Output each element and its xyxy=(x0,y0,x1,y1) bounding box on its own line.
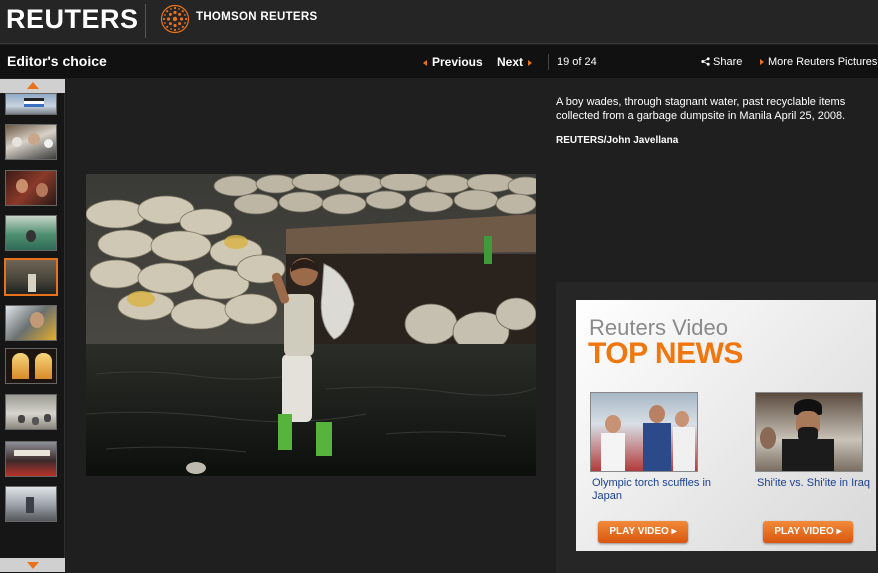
thumb-street[interactable] xyxy=(5,486,57,522)
play-arrow-icon: ▸ xyxy=(671,526,677,537)
arrow-left-icon xyxy=(423,59,427,66)
arrow-down-icon xyxy=(27,562,39,569)
thumbnail-sidebar xyxy=(0,79,65,573)
previous-button[interactable]: Previous xyxy=(423,55,483,69)
next-label: Next xyxy=(497,55,524,69)
thumb-church[interactable] xyxy=(5,348,57,384)
previous-label: Previous xyxy=(432,55,483,69)
thumb-crowd[interactable] xyxy=(5,124,57,160)
photo-counter: 19 of 24 xyxy=(548,54,597,70)
thomson-reuters-logo-icon xyxy=(160,4,190,34)
photo-caption: A boy wades, through stagnant water, pas… xyxy=(556,96,846,122)
play-video-label: PLAY VIDEO xyxy=(609,526,669,537)
share-icon xyxy=(701,57,710,66)
thumb-flag[interactable] xyxy=(5,93,57,115)
next-button[interactable]: Next xyxy=(497,55,533,69)
thumb-garbage[interactable] xyxy=(4,258,58,296)
thomson-reuters-label[interactable]: THOMSON REUTERS xyxy=(196,11,317,23)
gallery-nav-bar: Editor's choice Previous Next 19 of 24 S… xyxy=(0,45,878,78)
play-arrow-icon: ▸ xyxy=(836,526,842,537)
video-thumbnail-1[interactable] xyxy=(590,392,698,472)
scroll-up-button[interactable] xyxy=(0,79,65,93)
more-pictures-label: More Reuters Pictures xyxy=(768,56,878,68)
play-video-label: PLAY VIDEO xyxy=(774,526,834,537)
play-video-button-2[interactable]: PLAY VIDEO ▸ xyxy=(763,521,853,543)
reuters-logo[interactable]: REUTERS xyxy=(6,4,139,35)
ad-headline: TOP NEWS xyxy=(588,337,743,370)
play-video-button-1[interactable]: PLAY VIDEO ▸ xyxy=(598,521,688,543)
scroll-down-button[interactable] xyxy=(0,558,65,572)
reuters-video-ad[interactable]: Reuters Video TOP NEWS Olympic torch scu… xyxy=(576,300,876,551)
thumb-protest[interactable] xyxy=(5,305,57,341)
thumb-people[interactable] xyxy=(5,170,57,206)
arrow-right-icon xyxy=(528,59,533,66)
share-button[interactable]: Share xyxy=(701,56,742,68)
section-title: Editor's choice xyxy=(7,53,107,69)
arrow-right-icon xyxy=(760,59,764,66)
video-thumbnail-2[interactable] xyxy=(755,392,863,472)
photo-credit: REUTERS/John Javellana xyxy=(556,135,679,146)
share-label: Share xyxy=(713,56,743,68)
arrow-up-icon xyxy=(27,82,39,89)
thumb-market[interactable] xyxy=(5,441,57,477)
header-divider xyxy=(145,4,146,38)
video-title-2[interactable]: Shi'ite vs. Shi'ite in Iraq xyxy=(757,477,876,490)
top-header: REUTERS THOMSON REUTERS xyxy=(0,0,878,44)
more-pictures-link[interactable]: More Reuters Pictures xyxy=(760,56,877,68)
thumb-stadium[interactable] xyxy=(5,215,57,251)
main-photo xyxy=(86,174,536,476)
video-title-1[interactable]: Olympic torch scuffles in Japan xyxy=(592,477,712,503)
thumb-ducks[interactable] xyxy=(5,394,57,430)
